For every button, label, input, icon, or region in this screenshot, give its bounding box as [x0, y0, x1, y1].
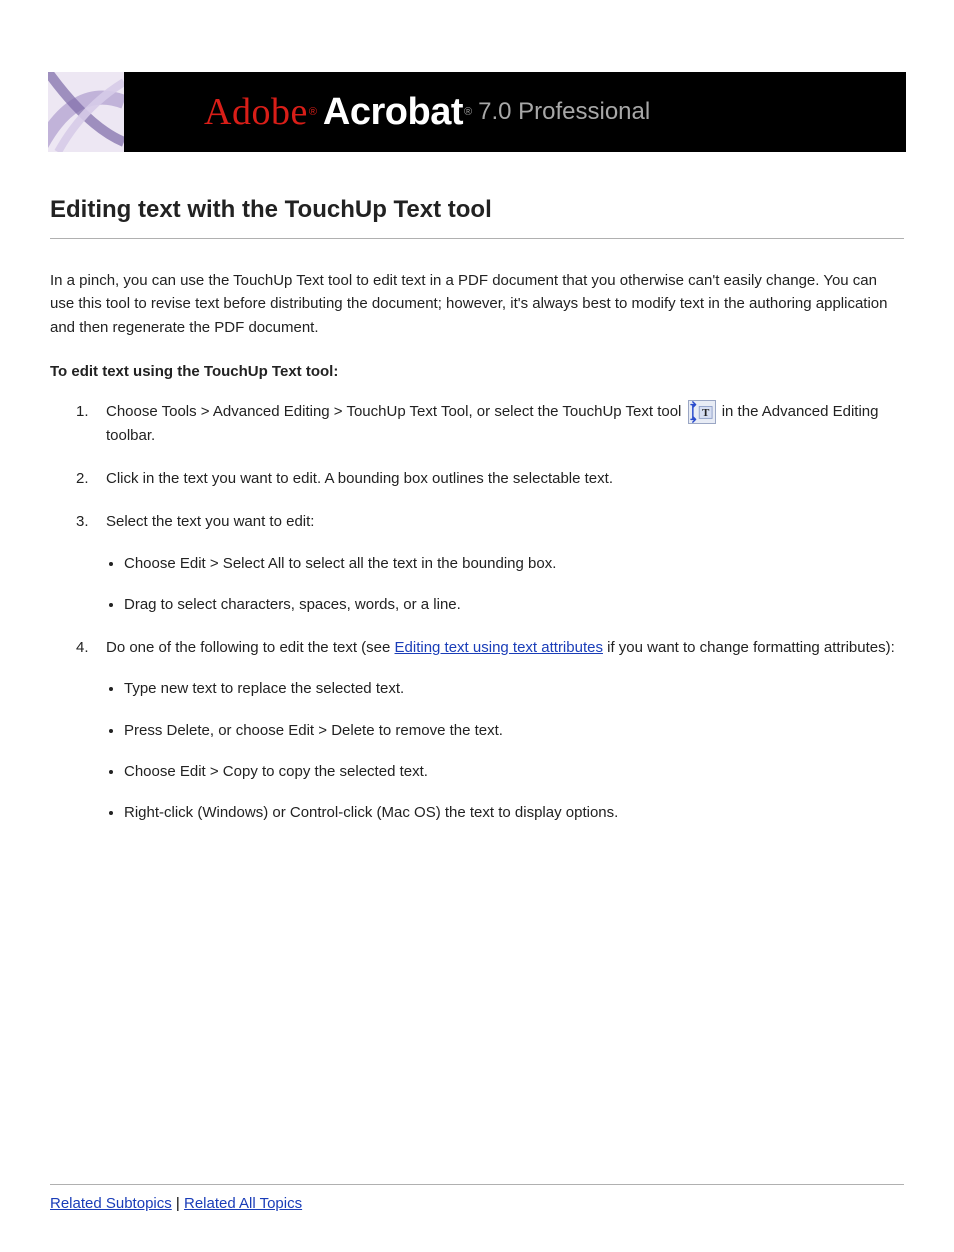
step-3: Select the text you want to edit: Choose… [50, 510, 904, 616]
step-4-sub-2: Press Delete, or choose Edit > Delete to… [124, 719, 904, 742]
page-title: Editing text with the TouchUp Text tool [50, 196, 904, 224]
svg-text:T: T [702, 407, 710, 419]
link-editing-text-attributes[interactable]: Editing text using text attributes [395, 639, 603, 656]
footer-separator: | [172, 1195, 184, 1212]
step-4-sub-3: Choose Edit > Copy to copy the selected … [124, 760, 904, 783]
step-2-text: Click in the text you want to edit. A bo… [106, 470, 613, 487]
step-4-text-post: if you want to change formatting attribu… [603, 639, 895, 656]
step-3-sublist: Choose Edit > Select All to select all t… [106, 552, 904, 617]
step-2: Click in the text you want to edit. A bo… [50, 467, 904, 490]
step-3-sub-2: Drag to select characters, spaces, words… [124, 593, 904, 616]
brand-adobe: Adobe [204, 90, 308, 134]
step-4-sub-4: Right-click (Windows) or Control-click (… [124, 801, 904, 824]
footer: Related Subtopics | Related All Topics [50, 1184, 904, 1212]
banner-title: Adobe® Acrobat® 7.0 Professional [124, 72, 906, 152]
product-version: 7.0 Professional [478, 98, 650, 126]
steps-list: Choose Tools > Advanced Editing > TouchU… [50, 400, 904, 825]
step-3-text: Select the text you want to edit: [106, 513, 314, 530]
product-banner: Adobe® Acrobat® 7.0 Professional [48, 72, 906, 152]
intro-text: In a pinch, you can use the TouchUp Text… [50, 269, 904, 339]
step-3-sub-1: Choose Edit > Select All to select all t… [124, 552, 904, 575]
step-1: Choose Tools > Advanced Editing > TouchU… [50, 400, 904, 447]
adobe-acrobat-logo-icon [48, 72, 124, 152]
step-4-text-pre: Do one of the following to edit the text… [106, 639, 395, 656]
touchup-text-tool-icon: T [688, 400, 716, 424]
brand-acrobat: Acrobat [323, 91, 463, 134]
step-4-sublist: Type new text to replace the selected te… [106, 677, 904, 824]
link-related-subtopics[interactable]: Related Subtopics [50, 1195, 172, 1212]
registered-mark: ® [309, 106, 317, 118]
footer-links: Related Subtopics | Related All Topics [50, 1195, 904, 1212]
procedure-heading: To edit text using the TouchUp Text tool… [50, 363, 904, 380]
registered-mark: ® [464, 106, 472, 118]
footer-divider [50, 1184, 904, 1185]
step-4-sub-1: Type new text to replace the selected te… [124, 677, 904, 700]
link-related-all-topics[interactable]: Related All Topics [184, 1195, 302, 1212]
divider [50, 238, 904, 239]
step-4: Do one of the following to edit the text… [50, 636, 904, 824]
step-1-text-pre: Choose Tools > Advanced Editing > TouchU… [106, 403, 686, 420]
